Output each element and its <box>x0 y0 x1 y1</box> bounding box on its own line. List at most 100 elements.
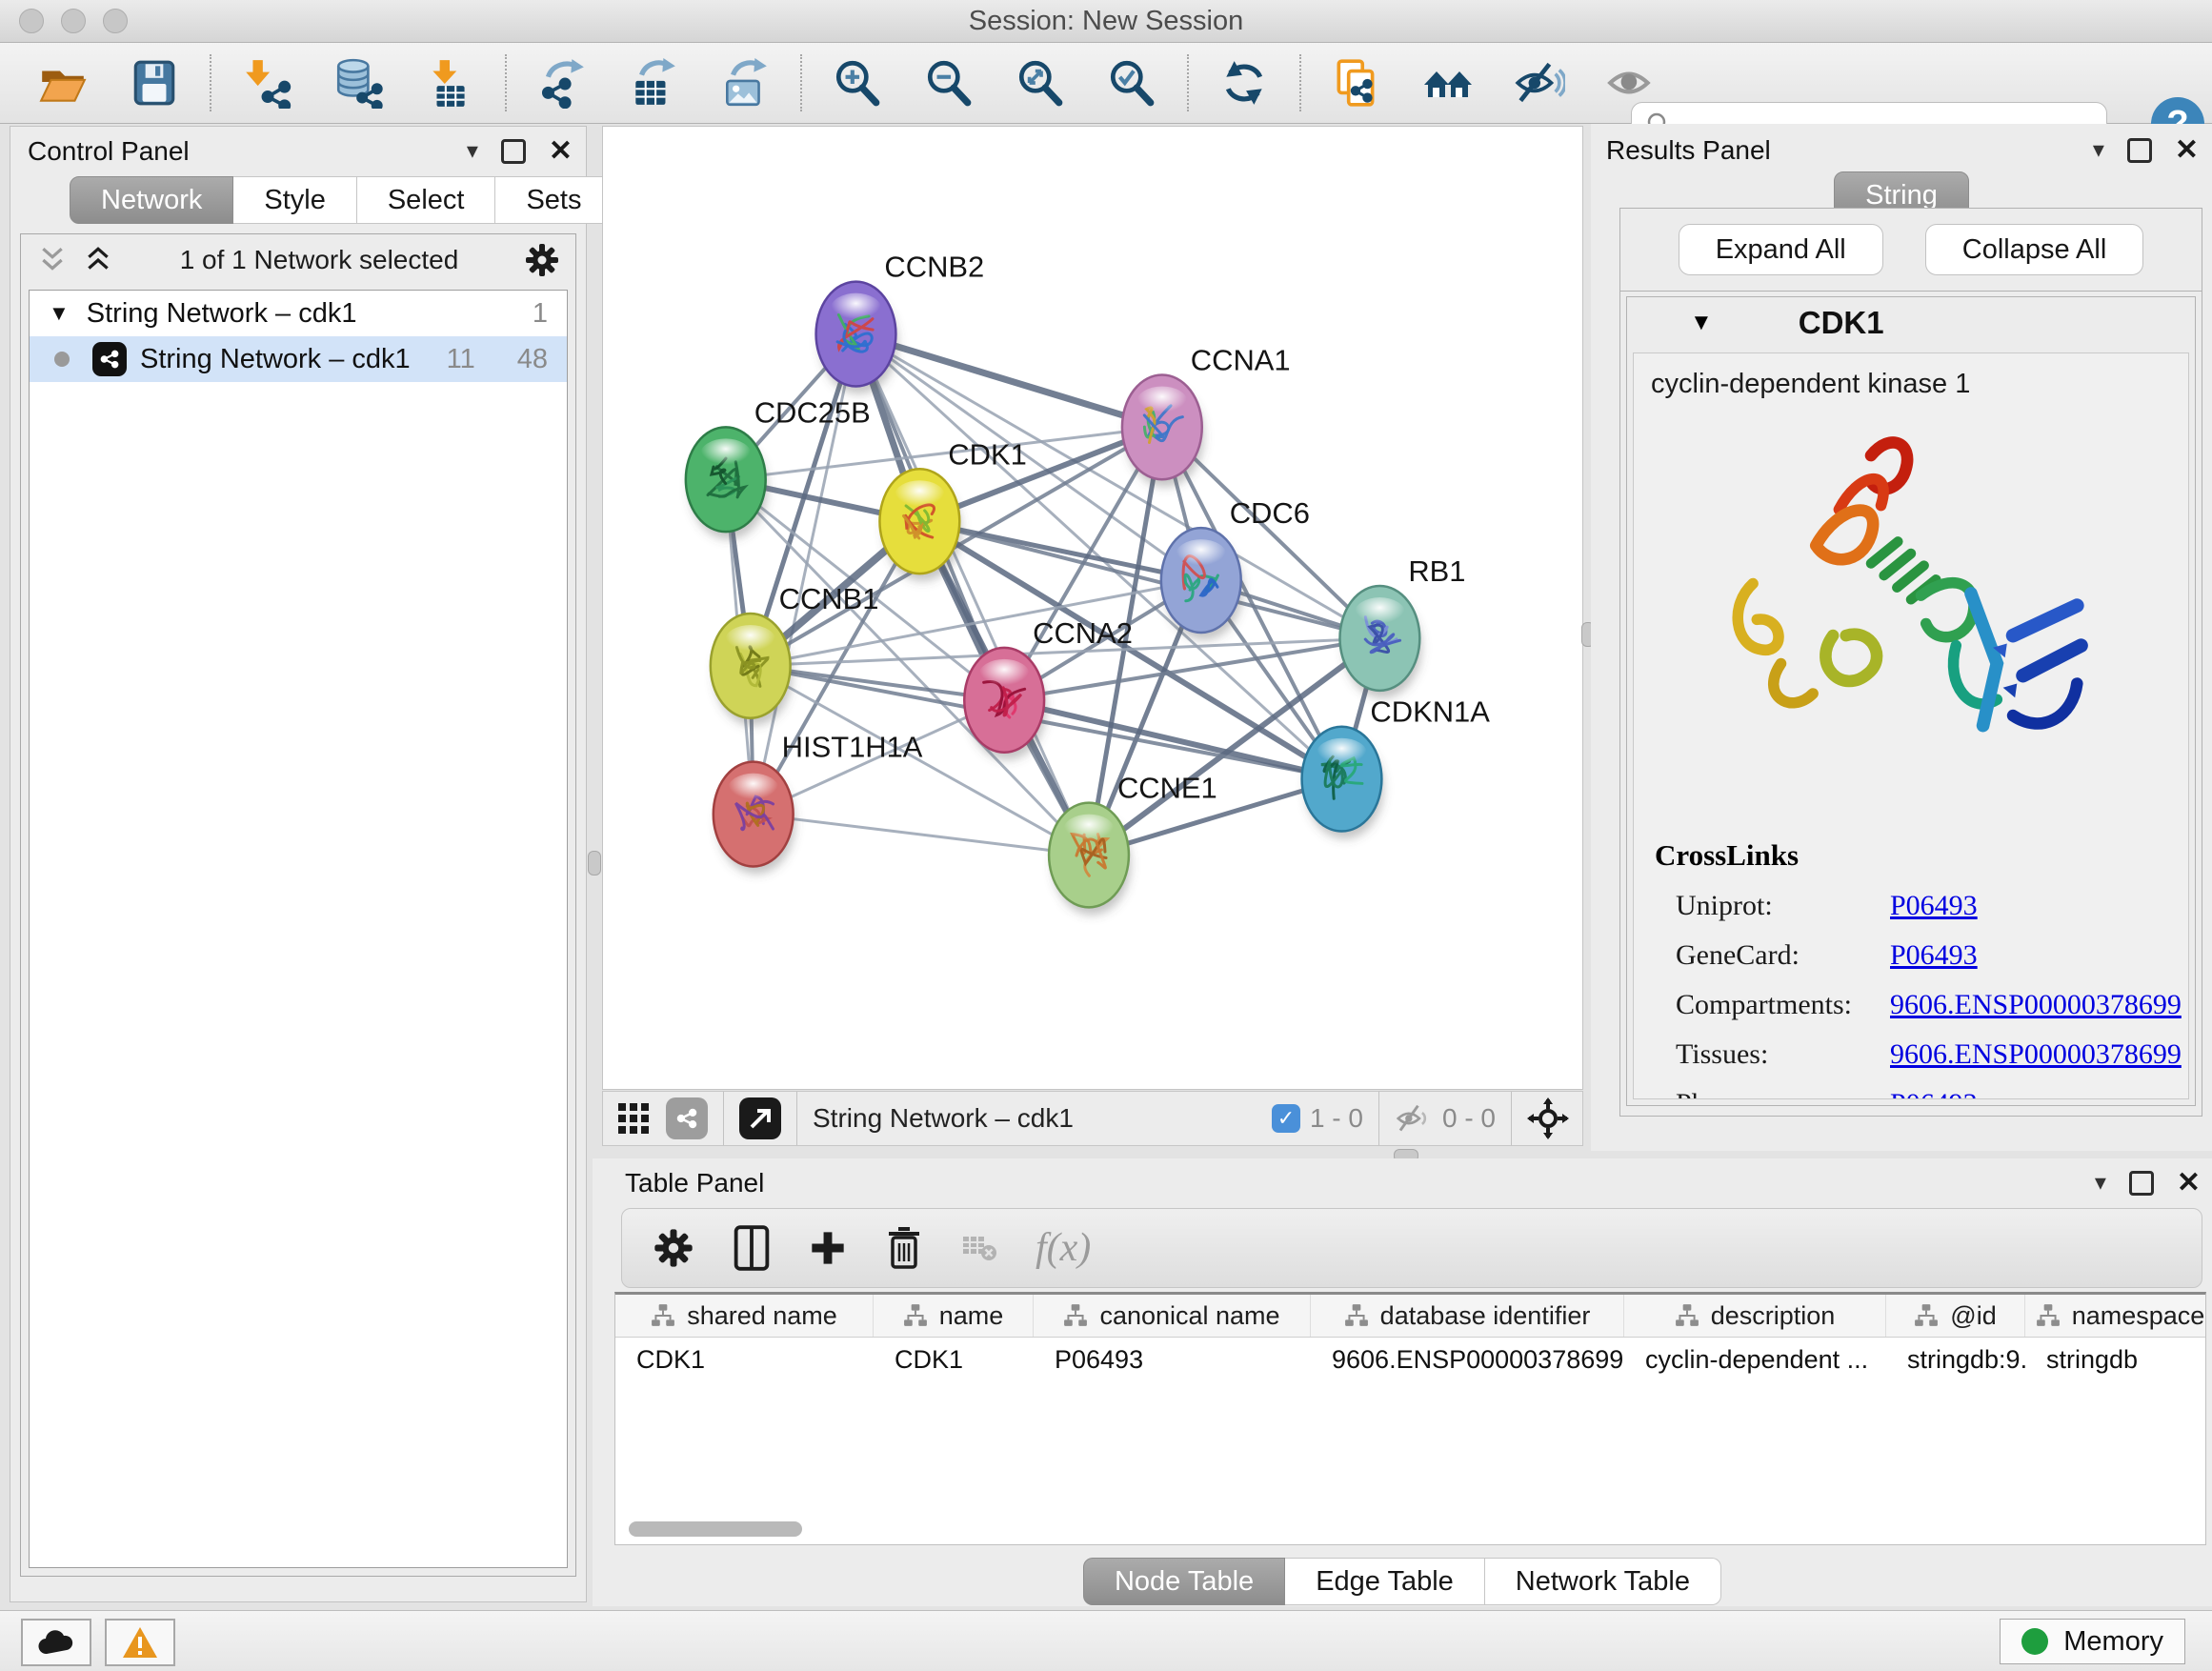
network-node-CDC25B[interactable]: CDC25B <box>686 395 871 539</box>
column-header-canonical-name[interactable]: canonical name <box>1034 1295 1311 1337</box>
network-collection-row[interactable]: ▼ String Network – cdk1 1 <box>30 291 567 336</box>
edge-CCNB2-CCNE1[interactable] <box>855 334 1089 856</box>
column-header-shared-name[interactable]: shared name <box>615 1295 874 1337</box>
import-network-from-database-button[interactable] <box>332 56 385 110</box>
warnings-button[interactable] <box>105 1619 175 1666</box>
houses-button[interactable] <box>1421 56 1475 110</box>
network-node-CCNA1[interactable]: CCNA1 <box>1122 343 1291 487</box>
close-panel-icon[interactable]: ✕ <box>2175 136 2199 165</box>
tab-edge-table[interactable]: Edge Table <box>1285 1558 1485 1605</box>
selected-checkbox-icon[interactable]: ✓ <box>1272 1104 1300 1133</box>
tab-style[interactable]: Style <box>233 176 356 224</box>
cell-name[interactable]: CDK1 <box>874 1338 1034 1381</box>
network-node-HIST1H1A[interactable]: HIST1H1A <box>714 731 923 875</box>
crosslink-link-tissues[interactable]: 9606.ENSP00000378699 <box>1890 1038 2182 1071</box>
float-panel-icon[interactable] <box>2127 138 2152 163</box>
crosslink-label: GeneCard: <box>1655 939 1890 972</box>
network-node-CDKN1A[interactable]: CDKN1A <box>1302 695 1491 839</box>
tab-select[interactable]: Select <box>357 176 496 224</box>
gear-icon[interactable] <box>524 242 560 278</box>
table-row[interactable]: CDK1CDK1P064939606.ENSP00000378699cyclin… <box>615 1338 2205 1381</box>
open-session-button[interactable] <box>36 56 90 110</box>
zoom-in-button[interactable] <box>831 56 884 110</box>
tab-node-table[interactable]: Node Table <box>1083 1558 1285 1605</box>
pan-crosshair-icon[interactable] <box>1527 1097 1569 1139</box>
crosslink-link-uniprot[interactable]: P06493 <box>1890 890 1978 922</box>
string-network-badge[interactable] <box>666 1097 708 1139</box>
crosslink-link-compartments[interactable]: 9606.ENSP00000378699 <box>1890 989 2182 1021</box>
add-column-plus-icon[interactable] <box>809 1229 847 1267</box>
table-horizontal-scrollbar[interactable] <box>629 1521 802 1537</box>
birdseye-grid-icon[interactable] <box>616 1101 651 1136</box>
export-image-button[interactable] <box>718 56 772 110</box>
cell-description[interactable]: cyclin-dependent ... <box>1624 1338 1886 1381</box>
edge-HIST1H1A-CCNE1[interactable] <box>754 815 1089 856</box>
zoom-selected-button[interactable] <box>1105 56 1158 110</box>
open-in-string-button[interactable] <box>739 1097 781 1139</box>
tab-network-table[interactable]: Network Table <box>1485 1558 1721 1605</box>
float-panel-icon[interactable] <box>501 139 526 164</box>
column-type-icon <box>651 1303 675 1328</box>
close-panel-icon[interactable]: ✕ <box>2177 1169 2201 1198</box>
zoom-out-button[interactable] <box>922 56 975 110</box>
current-network-name: String Network – cdk1 <box>813 1103 1074 1134</box>
close-panel-icon[interactable]: ✕ <box>549 137 573 166</box>
column-label: namespace <box>2072 1301 2205 1331</box>
memory-button[interactable]: Memory <box>2000 1619 2185 1664</box>
network-view-canvas[interactable]: CCNB2CCNA1CDC25BCDK1CDC6RB1CCNB1CCNA2CDK… <box>602 126 1583 1090</box>
network-node-RB1[interactable]: RB1 <box>1339 554 1465 698</box>
show-columns-icon[interactable] <box>733 1225 771 1271</box>
houses-icon <box>1421 57 1475 109</box>
column-header-description[interactable]: description <box>1624 1295 1886 1337</box>
tab-sets[interactable]: Sets <box>495 176 613 224</box>
crosslink-link-pharos[interactable]: P06493 <box>1890 1088 1978 1099</box>
node-label-CCNB1: CCNB1 <box>779 582 879 615</box>
network-from-selection-button[interactable] <box>1330 56 1383 110</box>
collapse-all-button[interactable]: Collapse All <box>1925 224 2144 275</box>
cell-canonical-name[interactable]: P06493 <box>1034 1338 1311 1381</box>
panel-menu-icon[interactable]: ▾ <box>2093 139 2104 162</box>
cloud-status-button[interactable] <box>21 1619 91 1666</box>
delete-column-trash-icon[interactable] <box>885 1226 923 1270</box>
column-header-namespace[interactable]: namespace <box>2025 1295 2206 1337</box>
expand-all-icon[interactable] <box>82 246 114 274</box>
database-icon <box>332 57 384 109</box>
gene-expander-icon[interactable]: ▼ <box>1690 310 1713 336</box>
tab-network[interactable]: Network <box>70 176 233 224</box>
cell-namespace[interactable]: stringdb <box>2025 1338 2206 1381</box>
panel-menu-icon[interactable]: ▾ <box>467 140 478 163</box>
tree-expander-icon[interactable]: ▼ <box>49 301 70 326</box>
cell-shared-name[interactable]: CDK1 <box>615 1338 874 1381</box>
node-table: shared namenamecanonical namedatabase id… <box>614 1292 2206 1545</box>
export-network-button[interactable] <box>535 56 589 110</box>
panel-menu-icon[interactable]: ▾ <box>2095 1172 2106 1195</box>
crosslink-label: Pharos: <box>1655 1088 1890 1099</box>
float-panel-icon[interactable] <box>2129 1171 2154 1196</box>
cell-id[interactable]: stringdb:9... <box>1886 1338 2025 1381</box>
network-row[interactable]: String Network – cdk1 11 48 <box>30 336 567 382</box>
network-node-CCNB2[interactable]: CCNB2 <box>816 251 985 394</box>
column-type-icon <box>1344 1303 1369 1328</box>
left-splitter-handle[interactable] <box>588 851 601 876</box>
column-header-name[interactable]: name <box>874 1295 1034 1337</box>
expand-all-button[interactable]: Expand All <box>1679 224 1883 275</box>
export-table-button[interactable] <box>627 56 680 110</box>
save-session-button[interactable] <box>128 56 181 110</box>
save-floppy-icon <box>129 57 180 109</box>
table-settings-gear-icon[interactable] <box>653 1227 694 1269</box>
column-header-id[interactable]: @id <box>1886 1295 2025 1337</box>
network-selection-summary: 1 of 1 Network selected <box>114 245 524 275</box>
column-type-icon <box>2036 1303 2061 1328</box>
edge-CCNB2-CCNA1[interactable] <box>855 334 1161 428</box>
collapse-all-icon[interactable] <box>36 246 69 274</box>
hidden-nodes-edges-count: 0 - 0 <box>1442 1103 1496 1134</box>
apply-layout-button[interactable] <box>1217 56 1271 110</box>
import-network-button[interactable] <box>240 56 293 110</box>
crosslink-link-genecard[interactable]: P06493 <box>1890 939 1978 972</box>
import-table-button[interactable] <box>423 56 476 110</box>
column-header-database-identifier[interactable]: database identifier <box>1311 1295 1624 1337</box>
hide-selected-button[interactable] <box>1513 56 1566 110</box>
edge-CCNA2-CDKN1A[interactable] <box>1004 700 1341 779</box>
zoom-fit-button[interactable] <box>1014 56 1067 110</box>
cell-database-identifier[interactable]: 9606.ENSP00000378699 <box>1311 1338 1624 1381</box>
